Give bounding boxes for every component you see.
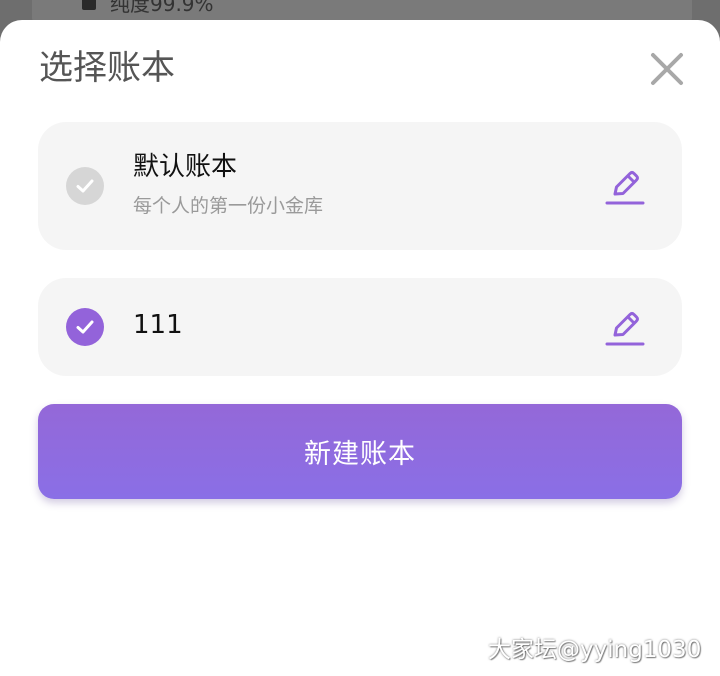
watermark: 大家坛@yying1030 [488,637,702,663]
check-icon [76,179,94,193]
new-book-button[interactable]: 新建账本 [38,404,682,499]
close-button[interactable] [646,48,688,90]
sheet-title: 选择账本 [39,48,175,88]
background-card: 纯度99.9% [32,0,692,22]
close-icon [651,53,683,85]
pencil-icon [605,312,645,346]
check-icon [76,320,94,334]
book-item-111[interactable]: 111 [38,278,682,376]
edit-book-button[interactable] [604,306,646,348]
new-book-label: 新建账本 [304,439,416,470]
book-name: 111 [133,310,183,340]
select-book-sheet: 选择账本 默认账本 每个人的第一份小金库 111 新建账本 [0,20,720,676]
book-description: 每个人的第一份小金库 [133,195,324,217]
background-purity-text: 纯度99.9% [110,0,214,16]
book-item-default[interactable]: 默认账本 每个人的第一份小金库 [38,122,682,250]
pencil-icon [605,171,645,205]
book-name: 默认账本 [133,152,238,182]
edit-book-button[interactable] [604,165,646,207]
checked-radio[interactable] [66,308,104,346]
bottle-icon [82,0,96,10]
unchecked-radio[interactable] [66,167,104,205]
